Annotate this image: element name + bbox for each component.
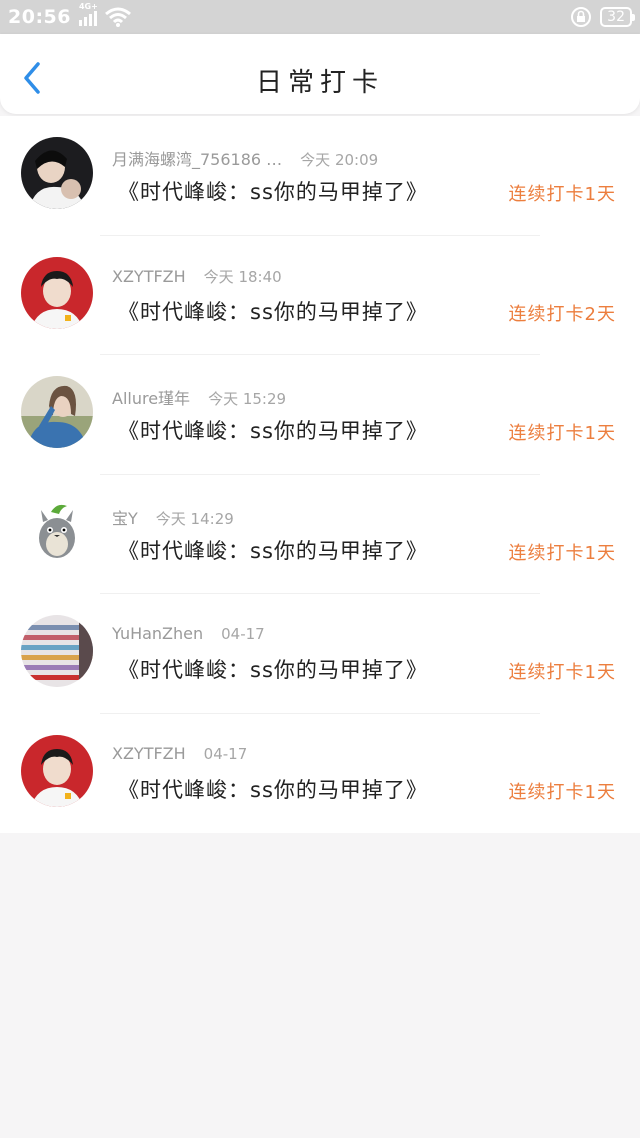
streak-label: 连续打卡1天: [508, 781, 616, 803]
status-time: 20:56: [8, 6, 71, 28]
list-item[interactable]: XZYTFZH 今天 18:40 《时代峰峻：ss你的马甲掉了》 连续打卡2天: [0, 236, 640, 355]
list-item[interactable]: 宝Y 今天 14:29 《时代峰峻：ss你的马甲掉了》 连续打卡1天: [0, 475, 640, 594]
streak-label: 连续打卡1天: [508, 423, 616, 444]
username[interactable]: XZYTFZH: [112, 744, 186, 763]
page-title: 日常打卡: [255, 68, 384, 98]
list-item[interactable]: 月满海螺湾_756186 … 今天 20:09 《时代峰峻：ss你的马甲掉了》 …: [0, 116, 640, 236]
username[interactable]: 宝Y: [112, 505, 138, 529]
avatar[interactable]: [21, 256, 93, 329]
post-title[interactable]: 《时代峰峻：ss你的马甲掉了》: [118, 535, 428, 565]
username[interactable]: XZYTFZH: [112, 267, 186, 286]
avatar[interactable]: [21, 615, 93, 687]
timestamp: 04-17: [221, 625, 265, 643]
avatar[interactable]: [21, 137, 93, 209]
username[interactable]: Allure瑾年: [112, 385, 190, 409]
post-title[interactable]: 《时代峰峻：ss你的马甲掉了》: [118, 415, 428, 445]
list-item[interactable]: XZYTFZH 04-17 《时代峰峻：ss你的马甲掉了》 连续打卡1天: [0, 714, 640, 834]
streak-label: 连续打卡1天: [508, 542, 616, 564]
post-title[interactable]: 《时代峰峻：ss你的马甲掉了》: [118, 296, 428, 326]
avatar[interactable]: [21, 734, 93, 807]
status-bar: 20:56 4G+ 32: [0, 0, 640, 34]
timestamp: 今天 18:40: [203, 267, 282, 286]
timestamp: 04-17: [203, 744, 248, 763]
avatar[interactable]: [21, 495, 93, 568]
streak-label: 连续打卡1天: [508, 184, 616, 205]
username[interactable]: 月满海螺湾_756186 …: [112, 146, 282, 170]
list-item[interactable]: YuHanZhen 04-17 《时代峰峻：ss你的马甲掉了》 连续打卡1天: [0, 594, 640, 714]
post-title[interactable]: 《时代峰峻：ss你的马甲掉了》: [118, 654, 428, 684]
username[interactable]: YuHanZhen: [112, 624, 203, 643]
post-title[interactable]: 《时代峰峻：ss你的马甲掉了》: [118, 176, 428, 206]
signal-icon: 4G+: [78, 2, 98, 26]
timestamp: 今天 15:29: [208, 390, 287, 408]
lock-rotation-icon: [571, 7, 592, 27]
timestamp: 今天 20:09: [300, 151, 379, 169]
post-title[interactable]: 《时代峰峻：ss你的马甲掉了》: [118, 774, 428, 804]
wifi-icon: [105, 7, 131, 27]
timestamp: 今天 14:29: [155, 509, 234, 528]
streak-label: 连续打卡2天: [508, 303, 616, 325]
avatar[interactable]: [21, 376, 93, 448]
checkin-list: 月满海螺湾_756186 … 今天 20:09 《时代峰峻：ss你的马甲掉了》 …: [0, 116, 640, 833]
list-item[interactable]: Allure瑾年 今天 15:29 《时代峰峻：ss你的马甲掉了》 连续打卡1天: [0, 355, 640, 475]
streak-label: 连续打卡1天: [508, 662, 616, 683]
nav-bar: 日常打卡: [0, 34, 640, 114]
battery-icon: 32: [600, 7, 635, 27]
